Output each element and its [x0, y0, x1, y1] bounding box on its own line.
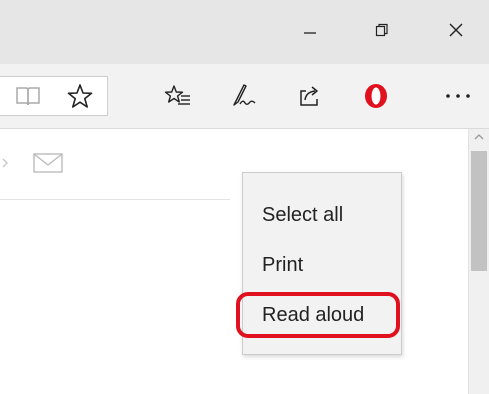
- restore-button[interactable]: [360, 12, 404, 48]
- close-icon: [449, 23, 463, 37]
- menu-item-select-all[interactable]: Select all: [243, 195, 401, 235]
- scroll-up-button[interactable]: [469, 133, 489, 147]
- minimize-icon: [304, 32, 316, 34]
- menu-item-print[interactable]: Print: [243, 245, 401, 285]
- favorites-hub-icon: [164, 85, 190, 105]
- close-button[interactable]: [434, 12, 478, 48]
- opera-extension-icon: [365, 84, 387, 108]
- favorites-hub-button[interactable]: [160, 78, 196, 114]
- browser-toolbar: [0, 64, 489, 129]
- restore-icon: [375, 23, 388, 37]
- opera-extension-button[interactable]: [358, 78, 394, 114]
- more-icon: [446, 94, 470, 98]
- web-note-button[interactable]: [226, 78, 262, 114]
- vertical-scrollbar[interactable]: [468, 129, 489, 394]
- reading-view-button[interactable]: [10, 78, 46, 114]
- reading-view-icon: [16, 87, 40, 106]
- title-bar: [0, 0, 489, 64]
- share-icon: [300, 86, 318, 106]
- share-button[interactable]: [292, 78, 328, 114]
- more-button[interactable]: [440, 78, 476, 114]
- mail-icon: [33, 153, 63, 173]
- favorite-star-icon: [67, 84, 93, 108]
- mail-link[interactable]: [33, 153, 63, 178]
- minimize-button[interactable]: [288, 12, 332, 48]
- read-aloud-highlight: [236, 292, 400, 338]
- web-note-icon: [233, 84, 256, 106]
- chevron-up-icon: [474, 134, 484, 140]
- divider: [0, 199, 230, 200]
- arrow-icon: [2, 158, 8, 168]
- add-favorite-button[interactable]: [62, 78, 98, 114]
- scrollbar-thumb[interactable]: [471, 151, 487, 271]
